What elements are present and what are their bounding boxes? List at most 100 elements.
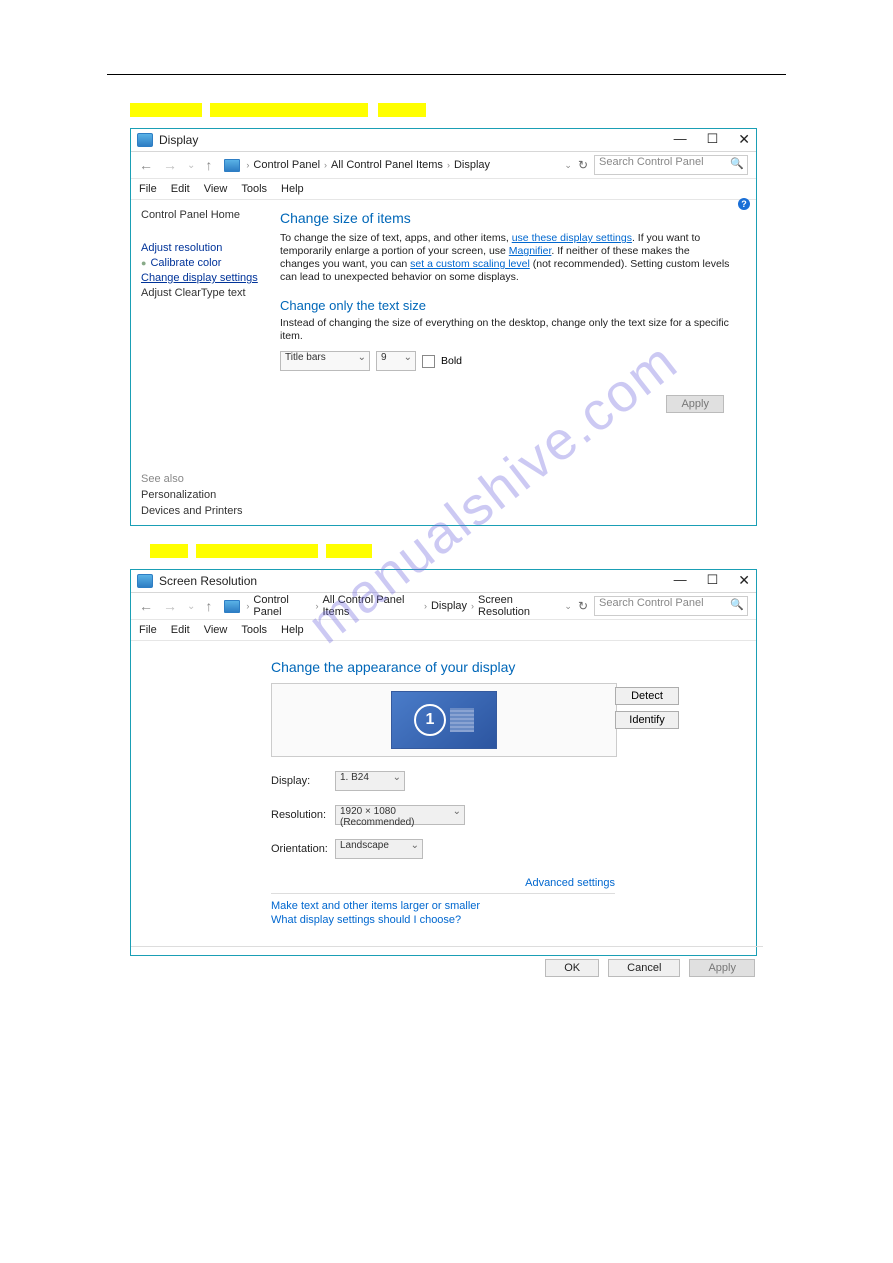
link-custom-scaling[interactable]: set a custom scaling level	[410, 258, 530, 270]
window-screen-resolution: Screen Resolution — ☐ ✕ ← → ⌄ ↑ › Contro…	[130, 569, 757, 956]
nav-forward-icon[interactable]: →	[163, 157, 177, 173]
app-icon	[137, 133, 153, 147]
breadcrumb-item[interactable]: All Control Panel Items	[322, 594, 420, 618]
link-advanced-settings[interactable]: Advanced settings	[271, 877, 615, 889]
chevron-down-icon[interactable]: ⌄	[564, 601, 572, 612]
nav-up-icon[interactable]: ↑	[205, 598, 212, 614]
maximize-icon[interactable]: ☐	[707, 572, 719, 589]
label-bold: Bold	[441, 355, 462, 367]
menu-file[interactable]: File	[139, 183, 157, 195]
sidebar-calibrate-color[interactable]: Calibrate color	[141, 257, 264, 269]
see-also-devices-printers[interactable]: Devices and Printers	[141, 505, 243, 517]
monitor-icon[interactable]: 1	[391, 691, 497, 749]
search-input[interactable]: Search Control Panel	[594, 155, 748, 175]
menu-tools[interactable]: Tools	[241, 183, 267, 195]
minimize-icon[interactable]: —	[674, 131, 687, 148]
menu-bar: File Edit View Tools Help	[131, 179, 756, 200]
see-also-personalization[interactable]: Personalization	[141, 489, 243, 501]
menu-help[interactable]: Help	[281, 624, 304, 636]
link-magnifier[interactable]: Magnifier	[509, 245, 552, 257]
content-pane: Change the appearance of your display 1 …	[131, 641, 756, 926]
window-display: Display — ☐ ✕ ← → ⌄ ↑ › Control Panel› A…	[130, 128, 757, 526]
dialog-buttons: OK Cancel Apply	[131, 946, 763, 977]
breadcrumb[interactable]: › Control Panel› All Control Panel Items…	[246, 594, 556, 618]
highlight-row-1	[130, 103, 893, 120]
cancel-button[interactable]: Cancel	[608, 959, 680, 977]
titlebar[interactable]: Screen Resolution — ☐ ✕	[131, 570, 756, 593]
breadcrumb-item[interactable]: Display	[431, 600, 467, 612]
search-input[interactable]: Search Control Panel	[594, 596, 748, 616]
sidebar-adjust-resolution[interactable]: Adjust resolution	[141, 242, 264, 254]
sidebar-home[interactable]: Control Panel Home	[141, 209, 264, 221]
menu-help[interactable]: Help	[281, 183, 304, 195]
menu-edit[interactable]: Edit	[171, 183, 190, 195]
address-bar: ← → ⌄ ↑ › Control Panel› All Control Pan…	[131, 593, 756, 620]
breadcrumb-item[interactable]: Control Panel	[253, 594, 311, 618]
close-icon[interactable]: ✕	[738, 131, 750, 148]
menu-view[interactable]: View	[204, 624, 228, 636]
minimize-icon[interactable]: —	[674, 572, 687, 589]
maximize-icon[interactable]: ☐	[707, 131, 719, 148]
menu-bar: File Edit View Tools Help	[131, 620, 756, 641]
text-size-paragraph: Instead of changing the size of everythi…	[280, 317, 732, 343]
label-resolution: Resolution:	[271, 809, 335, 821]
chevron-down-icon[interactable]: ⌄	[564, 160, 572, 171]
menu-file[interactable]: File	[139, 624, 157, 636]
refresh-icon[interactable]: ↻	[578, 158, 588, 172]
sidebar-change-display-settings[interactable]: Change display settings	[141, 272, 264, 284]
select-item[interactable]: Title bars	[280, 351, 370, 371]
menu-tools[interactable]: Tools	[241, 624, 267, 636]
see-also-heading: See also	[141, 473, 243, 485]
label-orientation: Orientation:	[271, 843, 335, 855]
path-icon	[224, 600, 240, 613]
identify-button[interactable]: Identify	[615, 711, 679, 729]
sidebar: Control Panel Home Adjust resolution Cal…	[131, 200, 264, 525]
nav-recent-icon[interactable]: ⌄	[187, 601, 195, 612]
path-icon	[224, 159, 240, 172]
highlight-row-2	[150, 544, 893, 561]
select-resolution[interactable]: 1920 × 1080 (Recommended)	[335, 805, 465, 825]
content-pane: ? Change size of items To change the siz…	[264, 200, 756, 525]
select-font-size[interactable]: 9	[376, 351, 416, 371]
nav-back-icon[interactable]: ←	[139, 598, 153, 614]
see-also: See also Personalization Devices and Pri…	[141, 473, 243, 517]
address-bar: ← → ⌄ ↑ › Control Panel› All Control Pan…	[131, 152, 756, 179]
intro-paragraph: To change the size of text, apps, and ot…	[280, 232, 732, 284]
heading-text-size: Change only the text size	[280, 298, 732, 313]
apply-button[interactable]: Apply	[689, 959, 755, 977]
help-icon[interactable]: ?	[738, 198, 750, 210]
close-icon[interactable]: ✕	[738, 572, 750, 589]
refresh-icon[interactable]: ↻	[578, 599, 588, 613]
app-icon	[137, 574, 153, 588]
nav-forward-icon[interactable]: →	[163, 598, 177, 614]
breadcrumb-item[interactable]: Control Panel	[253, 159, 320, 171]
nav-up-icon[interactable]: ↑	[205, 157, 212, 173]
menu-view[interactable]: View	[204, 183, 228, 195]
breadcrumb-item[interactable]: Screen Resolution	[478, 594, 556, 618]
menu-edit[interactable]: Edit	[171, 624, 190, 636]
link-larger-smaller[interactable]: Make text and other items larger or smal…	[271, 900, 756, 912]
monitor-grid-icon	[450, 708, 474, 732]
window-title: Screen Resolution	[159, 574, 257, 588]
heading-appearance: Change the appearance of your display	[271, 659, 756, 675]
breadcrumb-item[interactable]: All Control Panel Items	[331, 159, 443, 171]
breadcrumb-item[interactable]: Display	[454, 159, 490, 171]
link-what-settings[interactable]: What display settings should I choose?	[271, 914, 756, 926]
checkbox-bold[interactable]	[422, 355, 435, 368]
ok-button[interactable]: OK	[545, 959, 599, 977]
page-rule	[107, 74, 786, 75]
titlebar[interactable]: Display — ☐ ✕	[131, 129, 756, 152]
select-display[interactable]: 1. B24	[335, 771, 405, 791]
select-orientation[interactable]: Landscape	[335, 839, 423, 859]
breadcrumb[interactable]: › Control Panel› All Control Panel Items…	[246, 159, 556, 171]
monitor-number: 1	[414, 704, 446, 736]
apply-button[interactable]: Apply	[666, 395, 724, 413]
window-title: Display	[159, 133, 198, 147]
heading-change-size: Change size of items	[280, 210, 732, 226]
nav-recent-icon[interactable]: ⌄	[187, 160, 195, 171]
detect-button[interactable]: Detect	[615, 687, 679, 705]
label-display: Display:	[271, 775, 335, 787]
sidebar-cleartype[interactable]: Adjust ClearType text	[141, 287, 264, 299]
nav-back-icon[interactable]: ←	[139, 157, 153, 173]
link-display-settings[interactable]: use these display settings	[512, 232, 632, 244]
